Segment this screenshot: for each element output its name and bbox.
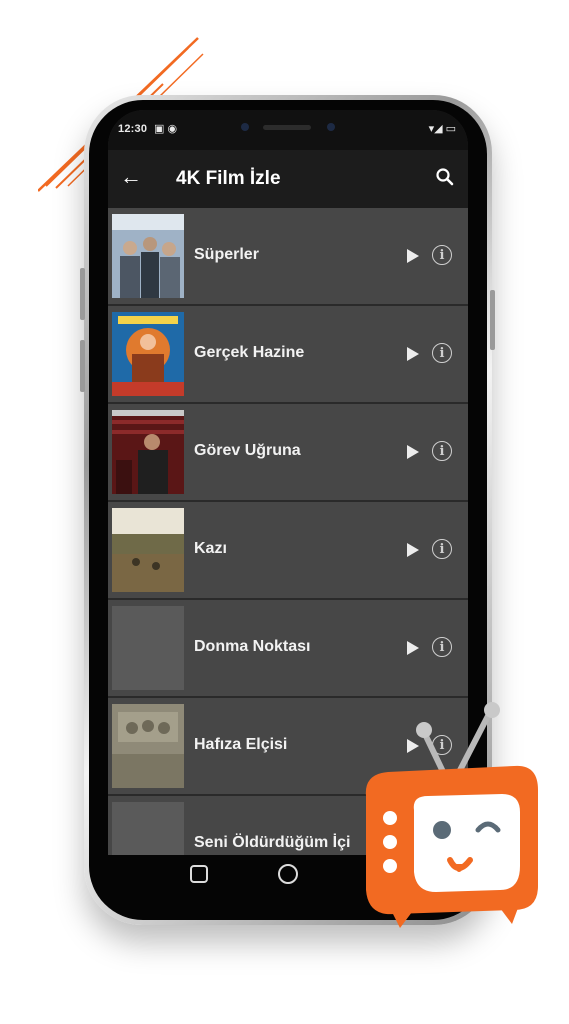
movie-poster-placeholder xyxy=(112,802,184,855)
info-button[interactable]: i xyxy=(432,637,452,657)
page-title: 4K Film İzle xyxy=(176,168,281,189)
info-icon: i xyxy=(439,542,445,557)
play-icon xyxy=(407,347,419,361)
play-button[interactable] xyxy=(406,346,420,362)
play-button[interactable] xyxy=(406,248,420,264)
status-time: 12:30 xyxy=(118,123,148,135)
movie-poster-placeholder xyxy=(112,606,184,690)
info-button[interactable]: i xyxy=(432,343,452,363)
search-button[interactable] xyxy=(432,164,458,190)
info-button[interactable]: i xyxy=(432,441,452,461)
back-button[interactable]: ← xyxy=(118,164,144,190)
play-button[interactable] xyxy=(406,444,420,460)
list-item[interactable]: Gerçek Hazine i xyxy=(108,306,468,402)
signal-battery-icons: ▾◢ ▭ xyxy=(428,123,456,135)
movie-poster xyxy=(112,508,184,592)
power-button xyxy=(490,290,495,350)
movie-title: Seni Öldürdüğüm İçi xyxy=(194,834,351,851)
info-button[interactable]: i xyxy=(432,245,452,265)
sensor-icon xyxy=(327,123,335,131)
list-item[interactable]: Görev Uğruna i xyxy=(108,404,468,500)
front-camera-icon xyxy=(241,123,249,131)
movie-title: Görev Uğruna xyxy=(194,442,301,459)
info-button[interactable]: i xyxy=(432,539,452,559)
movie-title: Gerçek Hazine xyxy=(194,344,305,361)
earpiece-speaker xyxy=(263,125,311,130)
movie-title: Süperler xyxy=(194,246,259,263)
notification-icons: ▣ ◉ xyxy=(154,123,178,135)
info-icon: i xyxy=(439,346,445,361)
info-icon: i xyxy=(439,640,445,655)
arrow-left-icon: ← xyxy=(120,164,142,189)
list-item[interactable]: Süperler i xyxy=(108,208,468,304)
play-icon xyxy=(407,641,419,655)
play-button[interactable] xyxy=(406,640,420,656)
tv-mascot-logo xyxy=(365,702,538,928)
movie-poster xyxy=(112,704,184,788)
app-bar: ← 4K Film İzle xyxy=(108,150,468,208)
list-item[interactable]: Donma Noktası i xyxy=(108,600,468,696)
info-icon: i xyxy=(439,444,445,459)
volume-button xyxy=(80,268,85,320)
status-bar: 12:30 ▣ ◉ ▾◢ ▭ xyxy=(108,110,468,150)
volume-button-lower xyxy=(80,340,85,392)
recent-apps-button[interactable] xyxy=(190,865,208,883)
play-button[interactable] xyxy=(406,542,420,558)
movie-title: Hafıza Elçisi xyxy=(194,736,288,753)
search-icon xyxy=(436,168,454,186)
play-icon xyxy=(407,249,419,263)
home-button[interactable] xyxy=(278,864,298,884)
movie-title: Donma Noktası xyxy=(194,638,311,655)
info-icon: i xyxy=(439,248,445,263)
movie-title: Kazı xyxy=(194,540,227,557)
play-icon xyxy=(407,543,419,557)
list-item[interactable]: Kazı i xyxy=(108,502,468,598)
movie-poster xyxy=(112,312,184,396)
movie-poster xyxy=(112,214,184,298)
movie-poster xyxy=(112,410,184,494)
play-icon xyxy=(407,445,419,459)
